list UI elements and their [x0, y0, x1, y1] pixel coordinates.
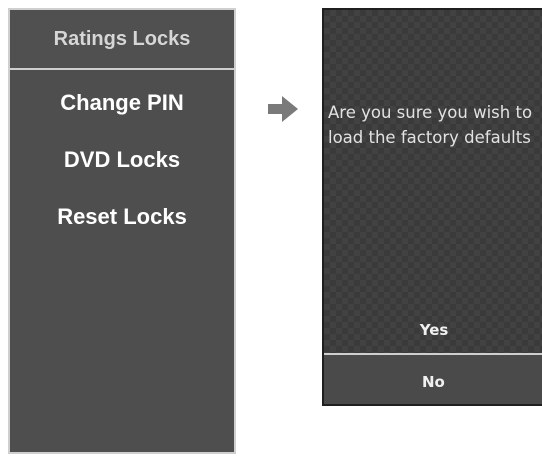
menu-item-dvd-locks[interactable]: DVD Locks: [64, 149, 180, 206]
no-button[interactable]: No: [324, 355, 542, 404]
ratings-locks-menu: Ratings Locks Change PIN DVD Locks Reset…: [8, 8, 236, 454]
menu-item-change-pin[interactable]: Change PIN: [60, 92, 183, 149]
confirm-message: Are you sure you wish to load the factor…: [328, 100, 542, 150]
menu-list: Change PIN DVD Locks Reset Locks: [10, 70, 234, 263]
yes-button[interactable]: Yes: [324, 310, 542, 350]
right-arrow-icon: [268, 96, 298, 122]
screen: Ratings Locks Change PIN DVD Locks Reset…: [0, 0, 542, 457]
menu-header: Ratings Locks: [10, 10, 234, 70]
confirm-dialog: Are you sure you wish to load the factor…: [322, 8, 542, 406]
menu-title: Ratings Locks: [53, 27, 191, 50]
menu-item-reset-locks[interactable]: Reset Locks: [57, 206, 187, 263]
confirm-message-line-2: load the factory defaults: [328, 128, 531, 147]
confirm-message-line-1: Are you sure you wish to: [328, 103, 533, 122]
